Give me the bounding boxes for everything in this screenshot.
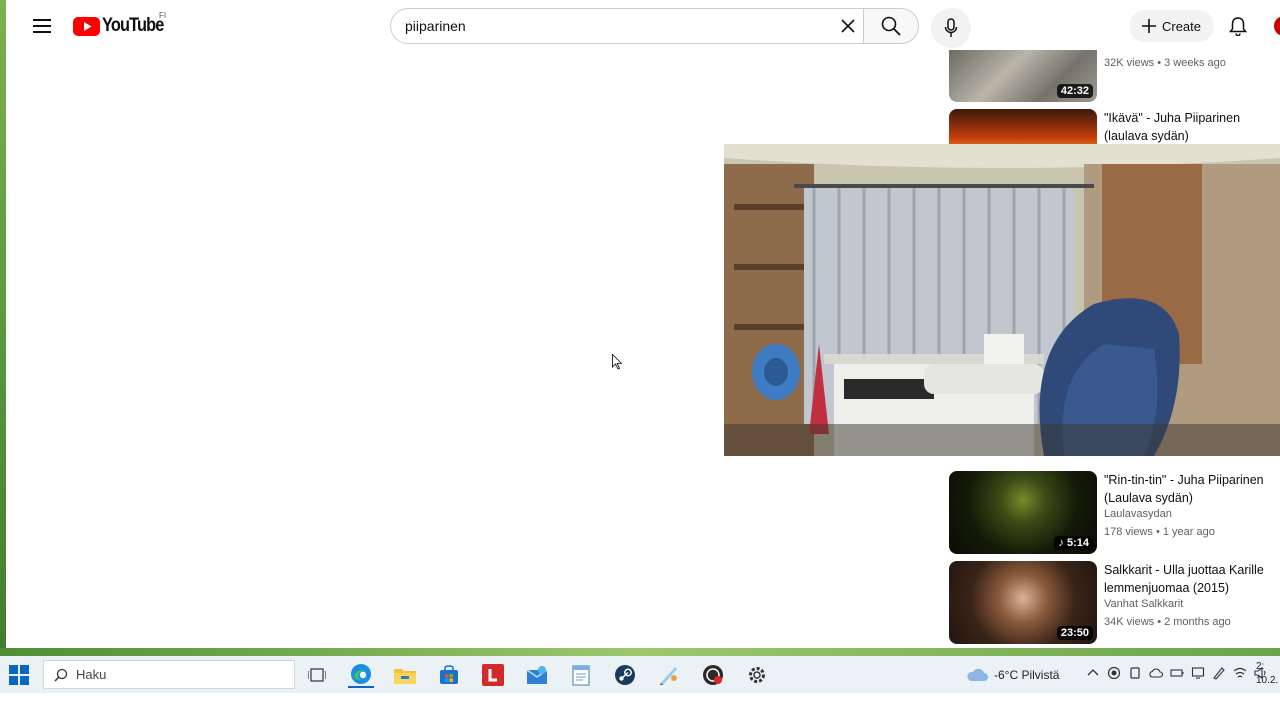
mouse-cursor-icon (612, 354, 622, 370)
bell-icon (1229, 17, 1247, 36)
video-duration-badge: ♪ 5:14 (1054, 536, 1093, 550)
edge-browser-icon (351, 664, 371, 684)
browser-window: YouTube FI Create (6, 0, 1280, 648)
search-box (390, 8, 864, 44)
taskbar-app-file-explorer[interactable] (392, 662, 418, 688)
close-icon (841, 19, 855, 33)
youtube-wordmark: YouTube (102, 15, 164, 36)
store-bag-icon (440, 665, 458, 684)
recommendation-item[interactable]: ♪ 5:14 "Rin-tin-tin" - Juha Piiparinen (… (949, 471, 1280, 557)
chevron-up-icon[interactable] (1086, 666, 1100, 680)
desktop: YouTube FI Create (0, 0, 1280, 720)
wifi-icon[interactable] (1233, 666, 1247, 680)
microphone-icon (944, 18, 958, 37)
device-icon[interactable] (1128, 666, 1142, 680)
taskbar-app-notepad[interactable] (568, 662, 594, 688)
taskbar-app-mail[interactable] (524, 662, 550, 688)
task-view-icon (308, 668, 326, 682)
screen-bottom-margin (0, 693, 1280, 720)
folder-icon (394, 669, 416, 684)
channel-name[interactable]: Laulavasydan (1104, 508, 1172, 520)
paint-brush-icon (660, 667, 677, 685)
video-duration-badge: 42:32 (1056, 84, 1093, 98)
search-icon (54, 668, 68, 682)
taskbar-app-store[interactable] (436, 662, 462, 688)
camera-preview-overlay[interactable] (724, 144, 1280, 456)
youtube-play-logo-icon (73, 16, 100, 36)
gear-icon (749, 667, 765, 683)
search-input[interactable] (405, 9, 825, 43)
desktop-wallpaper-strip (0, 648, 1280, 656)
recommendation-item[interactable]: 42:32 32K views • 3 weeks ago (949, 50, 1280, 102)
hamburger-menu-icon (33, 19, 51, 33)
taskbar-app-steam[interactable] (612, 662, 638, 688)
clock-time: 2: (1256, 661, 1265, 672)
notifications-button[interactable] (1220, 8, 1256, 44)
channel-name[interactable]: Vanhat Salkkarit (1104, 598, 1183, 610)
video-meta: 34K views • 2 months ago (1104, 616, 1231, 628)
search-icon (881, 16, 901, 36)
cloud-icon (967, 668, 988, 681)
windows-start-icon[interactable] (9, 665, 29, 685)
create-button[interactable]: Create (1129, 10, 1214, 42)
taskbar-app-edge[interactable] (348, 662, 374, 688)
taskbar-app-settings[interactable] (744, 662, 770, 688)
steam-icon (615, 665, 635, 685)
video-thumbnail: 42:32 (949, 50, 1097, 102)
notepad-icon (572, 665, 590, 686)
video-thumbnail: ♪ 5:14 (949, 471, 1097, 554)
weather-widget[interactable]: -6°C Pilvistä (966, 665, 1059, 685)
video-thumbnail: 23:50 (949, 561, 1097, 644)
record-indicator-icon[interactable] (1107, 666, 1121, 680)
battery-icon[interactable] (1170, 666, 1184, 680)
clear-search-button[interactable] (832, 10, 864, 42)
display-icon[interactable] (1191, 666, 1205, 680)
account-avatar[interactable] (1274, 16, 1280, 36)
video-title: "Rin-tin-tin" - Juha Piiparinen (Laulava… (1104, 473, 1264, 505)
recording-app-icon (703, 665, 723, 685)
red-l-app-icon (482, 664, 504, 686)
task-view-button[interactable] (304, 662, 330, 688)
system-clock[interactable]: 2: 10.2. (1256, 660, 1278, 688)
video-meta: 178 views • 1 year ago (1104, 526, 1215, 538)
taskbar-search-label: Haku (76, 667, 107, 682)
taskbar-app-l[interactable] (480, 662, 506, 688)
windows-taskbar: Haku -6°C Pilvistä 2: 10.2. (0, 656, 1280, 693)
clock-date: 10.2. (1256, 675, 1279, 686)
taskbar-app-record[interactable] (700, 662, 726, 688)
country-code: FI (159, 11, 167, 20)
pen-icon[interactable] (1212, 666, 1226, 680)
camera-room-image (724, 144, 1280, 456)
search-button[interactable] (863, 8, 919, 44)
voice-search-button[interactable] (931, 8, 971, 48)
plus-icon (1141, 19, 1156, 33)
video-title: "Ikävä" - Juha Piiparinen (laulava sydän… (1104, 111, 1241, 143)
mail-app-icon (526, 666, 548, 684)
create-button-label: Create (1161, 18, 1202, 34)
video-meta: 32K views • 3 weeks ago (1104, 57, 1226, 69)
video-title: Salkkarit - Ulla juottaa Karille lemmenj… (1104, 563, 1264, 595)
taskbar-app-paint[interactable] (656, 662, 682, 688)
guide-menu-button[interactable] (24, 8, 60, 44)
system-tray (1086, 666, 1268, 680)
taskbar-search-box[interactable]: Haku (43, 660, 295, 689)
youtube-masthead: YouTube FI Create (6, 0, 1280, 52)
cloud-sync-icon[interactable] (1149, 666, 1163, 680)
video-duration-badge: 23:50 (1056, 626, 1093, 640)
weather-text: -6°C Pilvistä (994, 668, 1060, 682)
recommendation-item[interactable]: 23:50 Salkkarit - Ulla juottaa Karille l… (949, 561, 1280, 647)
